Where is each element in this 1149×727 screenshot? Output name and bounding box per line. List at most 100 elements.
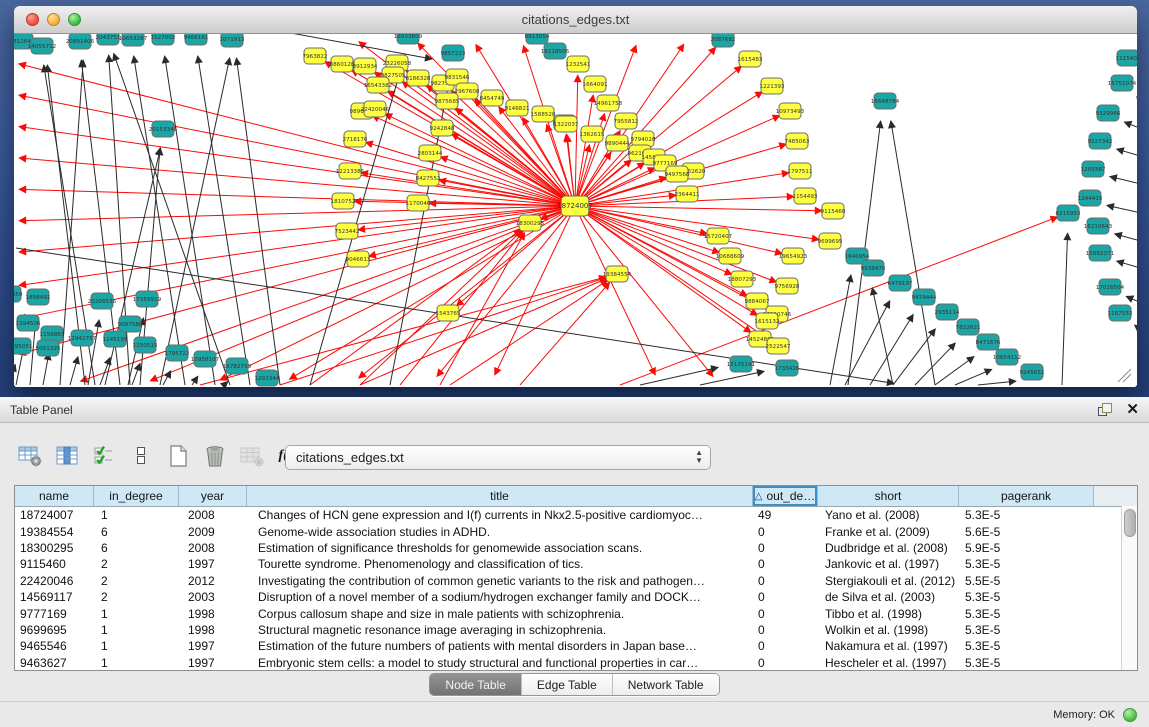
network-edge[interactable]	[390, 72, 451, 385]
network-node[interactable]: 8860128	[330, 56, 355, 72]
window-titlebar[interactable]: citations_edges.txt	[14, 6, 1137, 34]
network-edge[interactable]	[640, 367, 718, 385]
network-edge[interactable]	[1124, 122, 1137, 127]
network-node[interactable]: 20153346	[149, 121, 178, 137]
network-node[interactable]: 2803144	[418, 145, 443, 161]
minimize-window-icon[interactable]	[47, 13, 60, 26]
network-node[interactable]: 7955812	[614, 113, 639, 129]
network-edge[interactable]	[400, 232, 523, 385]
network-edge[interactable]	[575, 75, 578, 206]
network-edge[interactable]	[1117, 261, 1137, 267]
network-edge[interactable]	[575, 206, 751, 333]
network-node[interactable]: 15751074	[1108, 75, 1137, 91]
zoom-window-icon[interactable]	[68, 13, 81, 26]
table-columns-icon[interactable]	[53, 443, 81, 469]
network-edge[interactable]	[192, 376, 198, 385]
network-node[interactable]: 8454749	[480, 90, 505, 106]
network-node[interactable]: 16543382	[364, 77, 392, 93]
network-node[interactable]: 1795722	[165, 345, 190, 361]
network-node[interactable]: 16210643	[1084, 218, 1113, 234]
network-node[interactable]: 1543765	[436, 305, 461, 321]
vertical-scrollbar[interactable]	[1121, 506, 1137, 670]
column-header-year[interactable]: year	[179, 486, 247, 506]
network-node[interactable]: 18724007	[557, 196, 593, 216]
network-node[interactable]: 1145195	[103, 331, 128, 347]
network-node[interactable]: 9329966	[1096, 105, 1121, 121]
table-row[interactable]: 2242004622012Investigating the contribut…	[15, 573, 1137, 589]
tab-edge-table[interactable]: Edge Table	[521, 674, 612, 695]
network-node[interactable]: 18807293	[728, 271, 757, 287]
scrollbar-thumb[interactable]	[1124, 509, 1136, 537]
table-row[interactable]: 911546021997Tourette syndrome. Phenomeno…	[15, 556, 1137, 572]
network-node[interactable]: 1232541	[566, 56, 591, 72]
table-row[interactable]: 1872400712008Changes of HCN gene express…	[15, 507, 1137, 523]
network-edge[interactable]	[14, 364, 15, 385]
network-node[interactable]: 9497568	[665, 166, 690, 182]
network-node[interactable]: 8912934	[353, 58, 378, 74]
network-edge[interactable]	[198, 56, 250, 385]
memory-ok-indicator-icon[interactable]	[1123, 708, 1137, 722]
network-node[interactable]: 5051325	[36, 340, 61, 356]
network-edge[interactable]	[70, 357, 78, 385]
network-node[interactable]: 9466161	[184, 34, 209, 45]
network-node[interactable]: 9875685	[435, 93, 460, 109]
network-view-window[interactable]: citations_edges.txt 18300295193845547963…	[14, 6, 1137, 387]
network-node[interactable]: 2620659	[14, 286, 23, 302]
network-edge[interactable]	[955, 369, 992, 385]
network-node[interactable]: 9146821	[505, 100, 530, 116]
network-edge[interactable]	[1135, 325, 1137, 327]
network-node[interactable]: 9938475	[861, 260, 886, 276]
table-row[interactable]: 969969511998Structural magnetic resonanc…	[15, 622, 1137, 638]
column-header-title[interactable]: title	[247, 486, 753, 506]
network-edge[interactable]	[19, 189, 575, 206]
network-node[interactable]: 12213386	[336, 163, 365, 179]
network-node[interactable]: 1797511	[788, 163, 813, 179]
network-edge[interactable]	[132, 363, 140, 385]
network-node[interactable]: 20891406	[66, 34, 95, 49]
network-edge[interactable]	[19, 206, 575, 354]
network-node[interactable]: 6479197	[888, 275, 913, 291]
network-node[interactable]: 1898491	[26, 289, 51, 305]
network-edge[interactable]	[134, 56, 185, 385]
network-node[interactable]: 9245652	[1020, 364, 1045, 380]
network-node[interactable]: 9474444	[912, 289, 937, 305]
network-node[interactable]: 1221393	[760, 78, 785, 94]
tab-network-table[interactable]: Network Table	[612, 674, 719, 695]
network-edge[interactable]	[935, 356, 974, 385]
network-node[interactable]: 10958107	[191, 351, 220, 367]
network-node[interactable]: 8215953	[1056, 205, 1081, 221]
network-node[interactable]: 1527002	[151, 34, 176, 45]
network-node[interactable]: 9699695	[818, 233, 843, 249]
network-node[interactable]: 10688609	[716, 248, 745, 264]
new-file-icon[interactable]	[164, 443, 192, 469]
network-edge[interactable]	[1115, 234, 1137, 240]
network-node[interactable]: 1244415	[1078, 190, 1103, 206]
rows-icon[interactable]	[127, 443, 155, 469]
network-node[interactable]: 7832621	[956, 319, 981, 335]
float-panel-icon[interactable]	[1098, 403, 1112, 416]
column-header-in-degree[interactable]: in_degree	[94, 486, 179, 506]
network-node[interactable]: 1167553	[1108, 305, 1133, 321]
network-node[interactable]: 19384554	[603, 266, 632, 282]
network-node[interactable]: 19654923	[779, 248, 808, 264]
network-edge[interactable]	[1107, 205, 1137, 212]
network-node[interactable]: 2364411	[675, 186, 700, 202]
network-edge[interactable]	[200, 277, 606, 385]
column-header-out-degree-sorted[interactable]: △ out_de…	[753, 486, 818, 506]
network-node[interactable]: 15720407	[704, 228, 733, 244]
network-edge[interactable]	[1110, 177, 1137, 183]
network-edge[interactable]	[575, 95, 593, 206]
network-node[interactable]: 7963822	[303, 48, 328, 64]
network-node[interactable]: 17359919	[133, 291, 162, 307]
network-edge[interactable]	[224, 381, 228, 385]
column-header-short[interactable]: short	[818, 486, 959, 506]
network-node[interactable]: 16033809	[394, 34, 423, 44]
network-node[interactable]: 1115407	[1116, 50, 1137, 66]
table-row[interactable]: 1830029562008Estimation of significance …	[15, 540, 1137, 556]
network-node[interactable]: 1322037	[554, 116, 579, 132]
network-node[interactable]: 1664091	[583, 76, 608, 92]
network-edge[interactable]	[450, 280, 608, 385]
network-node[interactable]: 9227342	[1088, 133, 1113, 149]
network-node[interactable]: 8813054	[525, 34, 550, 44]
table-row[interactable]: 946554611997Estimation of the future num…	[15, 638, 1137, 654]
